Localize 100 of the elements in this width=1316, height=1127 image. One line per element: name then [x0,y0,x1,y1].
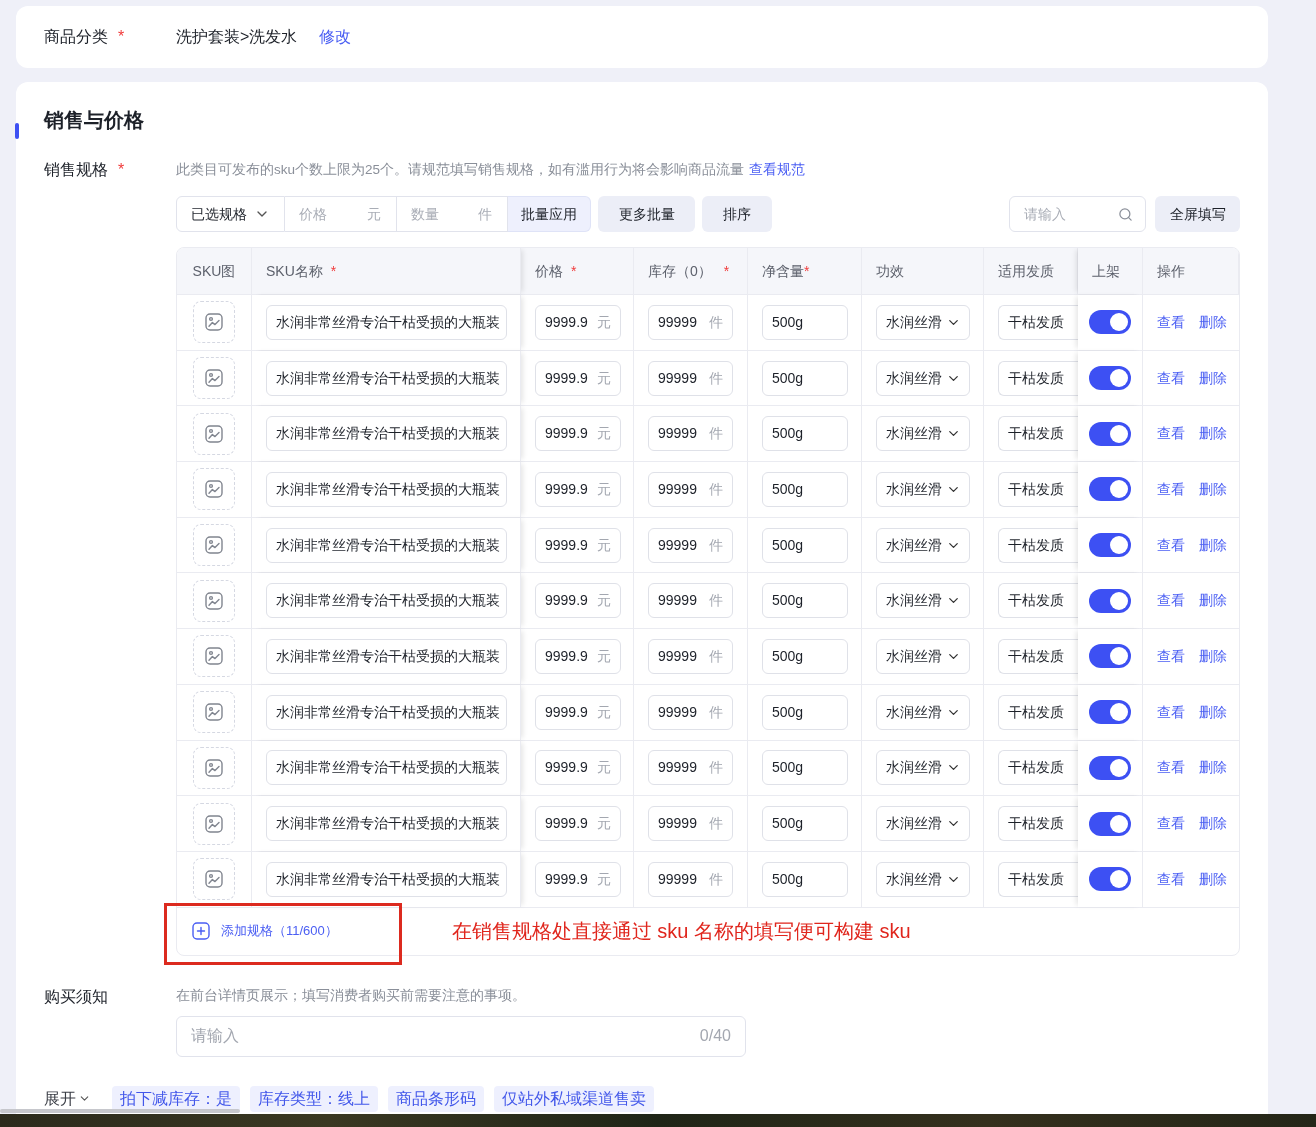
action-link[interactable]: 查看 [1157,478,1185,500]
action-link[interactable]: 删除 [1199,311,1227,333]
action-link[interactable]: 删除 [1199,367,1227,389]
image-upload-icon[interactable] [193,746,235,789]
price-field[interactable]: 9999.9 元 [535,527,621,563]
stock-field[interactable]: 99999 件 [648,360,733,396]
price-field[interactable]: 9999.9 元 [535,750,621,786]
net-content-field[interactable]: 500g [762,861,848,897]
toggle-switch[interactable] [1089,310,1131,335]
toggle-switch[interactable] [1089,644,1131,669]
toolbar-button[interactable]: 更多批量 [598,196,695,232]
price-field[interactable]: 9999.9 元 [535,861,621,897]
sku-name-field[interactable]: 水润非常丝滑专治干枯受损的大瓶装 [266,304,507,340]
effect-select[interactable]: 水润丝滑 [876,638,970,674]
image-upload-icon[interactable] [193,468,235,511]
price-field[interactable]: 9999.9 元 [535,694,621,730]
net-content-field[interactable]: 500g [762,471,848,507]
effect-select[interactable]: 水润丝滑 [876,527,970,563]
action-link[interactable]: 查看 [1157,534,1185,556]
action-link[interactable]: 删除 [1199,813,1227,835]
toggle-switch[interactable] [1089,755,1131,780]
effect-select[interactable]: 水润丝滑 [876,471,970,507]
edit-link[interactable]: 修改 [319,25,352,49]
action-link[interactable]: 查看 [1157,367,1185,389]
net-content-field[interactable]: 500g [762,694,848,730]
toggle-switch[interactable] [1089,366,1131,391]
sku-name-field[interactable]: 水润非常丝滑专治干枯受损的大瓶装 [266,583,507,619]
image-upload-icon[interactable] [193,579,235,622]
toggle-switch[interactable] [1089,588,1131,613]
net-content-field[interactable]: 500g [762,527,848,563]
action-link[interactable]: 删除 [1199,590,1227,612]
toggle-switch[interactable] [1089,421,1131,446]
price-field[interactable]: 9999.9 元 [535,471,621,507]
toggle-switch[interactable] [1089,811,1131,836]
action-link[interactable]: 查看 [1157,757,1185,779]
sku-name-field[interactable]: 水润非常丝滑专治干枯受损的大瓶装 [266,861,507,897]
action-link[interactable]: 删除 [1199,478,1227,500]
tag[interactable]: 仅站外私域渠道售卖 [494,1085,654,1112]
effect-select[interactable]: 水润丝滑 [876,861,970,897]
price-field[interactable]: 9999.9 元 [535,416,621,452]
stock-field[interactable]: 99999 件 [648,527,733,563]
tag[interactable]: 商品条形码 [388,1085,484,1112]
net-content-field[interactable]: 500g [762,583,848,619]
add-spec-button[interactable]: 添加规格（11/600） [192,921,338,941]
action-link[interactable]: 查看 [1157,423,1185,445]
action-link[interactable]: 删除 [1199,423,1227,445]
sku-name-field[interactable]: 水润非常丝滑专治干枯受损的大瓶装 [266,416,507,452]
net-content-field[interactable]: 500g [762,806,848,842]
action-link[interactable]: 查看 [1157,311,1185,333]
sku-name-field[interactable]: 水润非常丝滑专治干枯受损的大瓶装 [266,750,507,786]
effect-select[interactable]: 水润丝滑 [876,304,970,340]
stock-field[interactable]: 99999 件 [648,638,733,674]
stock-field[interactable]: 99999 件 [648,861,733,897]
sku-name-field[interactable]: 水润非常丝滑专治干枯受损的大瓶装 [266,471,507,507]
stock-field[interactable]: 99999 件 [648,806,733,842]
image-upload-icon[interactable] [193,691,235,734]
price-field[interactable]: 9999.9 元 [535,806,621,842]
sku-name-field[interactable]: 水润非常丝滑专治干枯受损的大瓶装 [266,527,507,563]
stock-field[interactable]: 99999 件 [648,471,733,507]
tag[interactable]: 拍下减库存：是 [112,1085,240,1112]
toolbar-button[interactable]: 排序 [702,196,772,232]
action-link[interactable]: 删除 [1199,645,1227,667]
action-link[interactable]: 查看 [1157,590,1185,612]
toggle-switch[interactable] [1089,867,1131,892]
price-field[interactable]: 9999.9 元 [535,360,621,396]
image-upload-icon[interactable] [193,635,235,678]
sku-name-field[interactable]: 水润非常丝滑专治干枯受损的大瓶装 [266,360,507,396]
action-link[interactable]: 查看 [1157,813,1185,835]
net-content-field[interactable]: 500g [762,360,848,396]
toggle-switch[interactable] [1089,477,1131,502]
image-upload-icon[interactable] [193,802,235,845]
effect-select[interactable]: 水润丝滑 [876,694,970,730]
net-content-field[interactable]: 500g [762,304,848,340]
tag[interactable]: 库存类型：线上 [250,1085,378,1112]
action-link[interactable]: 删除 [1199,701,1227,723]
sku-name-field[interactable]: 水润非常丝滑专治干枯受损的大瓶装 [266,638,507,674]
image-upload-icon[interactable] [193,858,235,901]
fullscreen-button[interactable]: 全屏填写 [1155,196,1240,232]
net-content-field[interactable]: 500g [762,750,848,786]
effect-select[interactable]: 水润丝滑 [876,583,970,619]
price-field[interactable]: 9999.9 元 [535,638,621,674]
effect-select[interactable]: 水润丝滑 [876,806,970,842]
price-field[interactable]: 9999.9 元 [535,304,621,340]
sku-name-field[interactable]: 水润非常丝滑专治干枯受损的大瓶装 [266,694,507,730]
net-content-field[interactable]: 500g [762,416,848,452]
expand-button[interactable]: 展开 [44,1086,91,1111]
action-link[interactable]: 删除 [1199,868,1227,890]
action-link[interactable]: 查看 [1157,645,1185,667]
toggle-switch[interactable] [1089,700,1131,725]
action-link[interactable]: 删除 [1199,757,1227,779]
stock-field[interactable]: 99999 件 [648,304,733,340]
image-upload-icon[interactable] [193,357,235,400]
apply-button[interactable]: 批量应用 [508,196,591,232]
effect-select[interactable]: 水润丝滑 [876,360,970,396]
spec-select[interactable]: 已选规格 [176,196,285,232]
action-link[interactable]: 查看 [1157,868,1185,890]
toggle-switch[interactable] [1089,533,1131,558]
stock-field[interactable]: 99999 件 [648,694,733,730]
effect-select[interactable]: 水润丝滑 [876,416,970,452]
rules-link[interactable]: 查看规范 [749,159,806,181]
